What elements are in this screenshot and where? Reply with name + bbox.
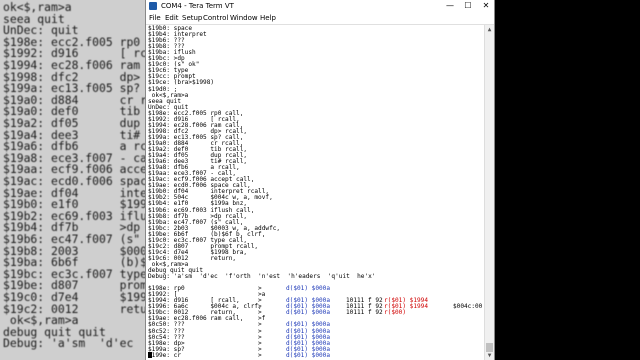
menu-window[interactable]: Window [230, 14, 258, 22]
maximize-button[interactable]: ☐ [459, 0, 477, 12]
menu-edit[interactable]: Edit [165, 14, 179, 22]
minimize-button[interactable]: — [441, 0, 459, 12]
scroll-up-arrow-icon[interactable]: ▲ [485, 25, 494, 34]
vertical-scrollbar[interactable]: ▲ ▼ [484, 25, 494, 360]
terminal-area[interactable]: $19b0: space $19b4: interpret $19b6: ??? $1… [146, 25, 486, 360]
window-title: COM4 - Tera Term VT [161, 2, 234, 10]
app-icon [149, 2, 157, 10]
debug-data-stack: d($01) $000a [286, 309, 331, 317]
menu-file[interactable]: File [149, 14, 161, 22]
terminal-cursor [148, 352, 152, 358]
debug-data-stack: d($01) $000a [286, 351, 331, 359]
close-button[interactable]: ✕ [477, 0, 495, 12]
right-black-margin [495, 0, 640, 360]
debug-arrow: > [258, 351, 262, 359]
menu-control[interactable]: Control [203, 14, 228, 22]
memory-value-readout: $004c:00 [453, 303, 483, 311]
debug-data-stack: d($01) $000a [286, 285, 331, 293]
menu-setup[interactable]: Setup [182, 14, 202, 22]
scroll-down-arrow-icon[interactable]: ▼ [485, 351, 494, 360]
menu-help[interactable]: Help [260, 14, 276, 22]
menu-bar: File Edit Setup Control Window Help [146, 12, 494, 25]
tera-term-window[interactable]: COM4 - Tera Term VT — ☐ ✕ File Edit Setu… [145, 0, 495, 360]
terminal-line: Debug: 'a'sm 'd'ec 'f'orth 'n'est 'h'ead… [148, 273, 376, 281]
debug-status-register: 10111 f 92 [346, 309, 383, 317]
title-bar[interactable]: COM4 - Tera Term VT — ☐ ✕ [146, 0, 494, 12]
terminal-line: $199e: cr [148, 351, 182, 359]
debug-return-stack: r($00) [384, 309, 407, 317]
